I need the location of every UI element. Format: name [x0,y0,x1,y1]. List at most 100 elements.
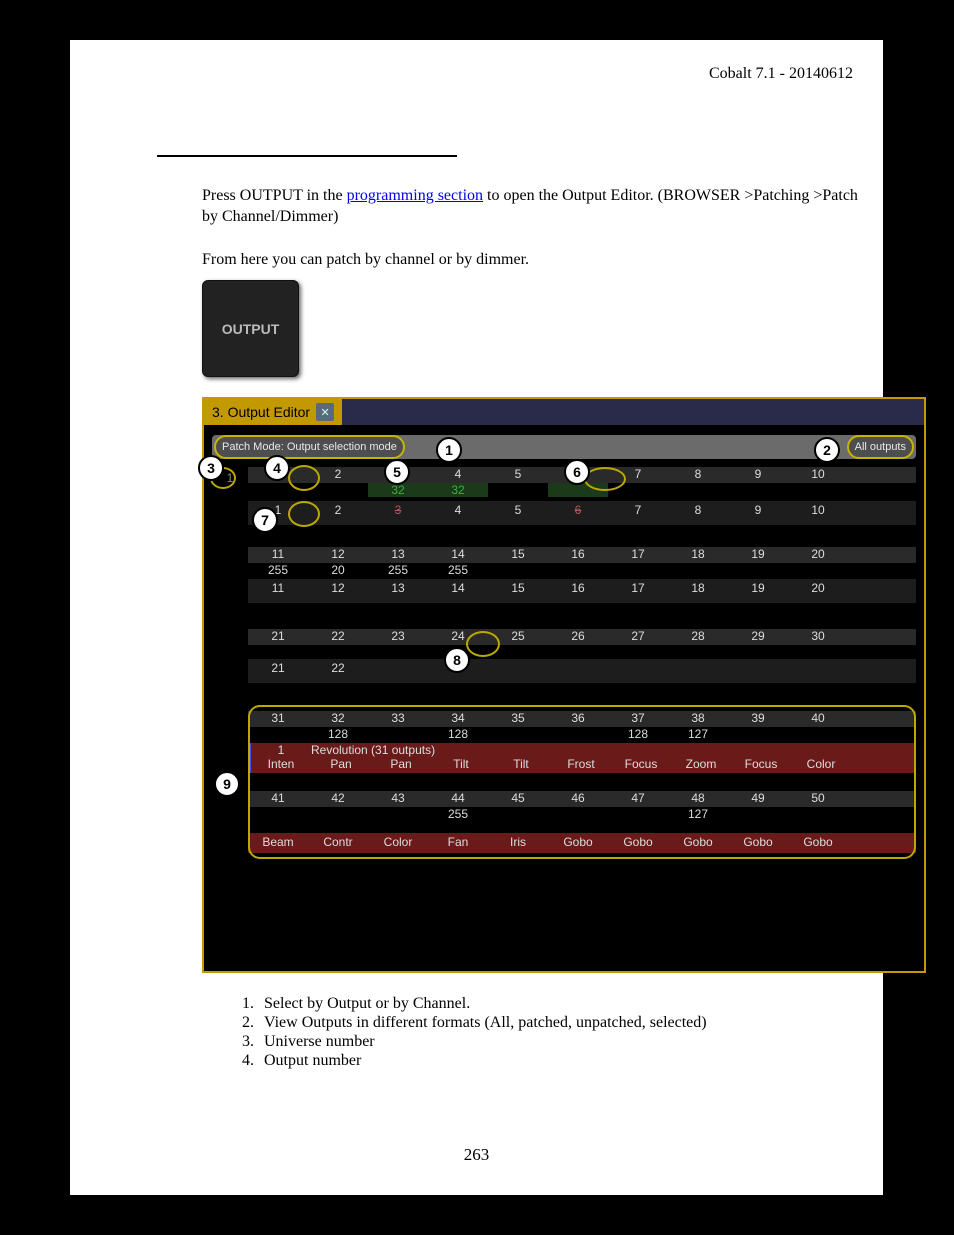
cell[interactable]: 18 [668,547,728,563]
cell[interactable]: 12 [308,547,368,563]
legend-item-1: Select by Output or by Channel. [258,995,850,1013]
cell[interactable]: 22 [308,629,368,645]
patch-mode-label: Patch Mode: Output selection mode [222,441,397,453]
cell [488,563,548,577]
legend-list: Select by Output or by Channel. View Out… [230,995,850,1071]
cell[interactable]: 13 [368,581,428,603]
cell[interactable]: 15 [488,547,548,563]
legend-item-2: View Outputs in different formats (All, … [258,1014,850,1032]
row-outputs-1-values: 32 32 [248,483,916,497]
cell[interactable]: 16 [548,581,608,603]
cell [728,563,788,577]
cell[interactable]: 9 [728,467,788,483]
cell[interactable]: 9 [728,503,788,525]
row-channels-2: 11 12 13 14 15 16 17 18 19 20 [248,579,916,603]
cell [668,483,728,497]
output-grid: 1 3 4 5 6 7 8 9 1 2 3 4 5 6 7 [248,465,916,953]
cell[interactable]: 21 [248,629,308,645]
cell[interactable]: 3 [368,503,428,525]
cell[interactable]: 13 [368,547,428,563]
cell[interactable]: 22 [308,661,368,683]
cell[interactable]: 11 [248,581,308,603]
cell[interactable]: 19 [728,581,788,603]
row-channels-3: 21 22 [248,659,916,683]
cell[interactable] [788,661,848,683]
cell[interactable]: 4 [428,503,488,525]
output-hardware-key: OUTPUT [202,280,299,377]
cell [788,563,848,577]
cell: 32 [368,483,428,497]
cell[interactable] [728,661,788,683]
titlebar-left: 3. Output Editor ✕ [204,399,342,425]
annotation-3: 3 [198,455,224,481]
annotation-1: 1 [436,437,462,463]
ring-channel1 [288,501,320,527]
annotation-9: 9 [214,771,240,797]
cell[interactable] [608,661,668,683]
cell[interactable]: 20 [788,547,848,563]
cell[interactable]: 10 [788,467,848,483]
cell[interactable]: 10 [788,503,848,525]
cell[interactable]: 23 [368,629,428,645]
close-icon[interactable]: ✕ [316,403,334,421]
intro-para-1a: Press OUTPUT in the [202,187,347,204]
cell[interactable]: 7 [608,503,668,525]
cell[interactable]: 19 [728,547,788,563]
cell[interactable]: 6 [548,503,608,525]
annotation-4: 4 [264,455,290,481]
patch-mode-pill[interactable]: Patch Mode: Output selection mode [214,435,405,459]
cell[interactable]: 8 [668,467,728,483]
cell[interactable] [548,661,608,683]
cell[interactable]: 30 [788,629,848,645]
cell[interactable]: 5 [488,467,548,483]
ring-output1 [288,465,320,491]
cell[interactable]: 14 [428,581,488,603]
cell[interactable]: 18 [668,581,728,603]
cell[interactable]: 16 [548,547,608,563]
annotation-2: 2 [814,437,840,463]
output-filter-label: All outputs [855,441,906,453]
cell[interactable]: 21 [248,661,308,683]
output-key-label: OUTPUT [222,321,280,337]
cell: 255 [248,563,308,577]
titlebar: 3. Output Editor ✕ [204,399,924,425]
cell: 255 [368,563,428,577]
cell[interactable]: 15 [488,581,548,603]
cell[interactable] [668,661,728,683]
section-divider [157,155,457,157]
cell[interactable]: 11 [248,547,308,563]
cell[interactable]: 20 [788,581,848,603]
annotation-5: 5 [384,459,410,485]
cell[interactable]: 5 [488,503,548,525]
cell [608,563,668,577]
row-outputs-2-values: 255 20 255 255 [248,563,916,577]
programming-section-link[interactable]: programming section [347,187,483,204]
cell[interactable]: 26 [548,629,608,645]
cell [788,483,848,497]
cell: 255 [428,563,488,577]
cell: 20 [308,563,368,577]
cell [668,563,728,577]
annotation-7: 7 [252,507,278,533]
ring-col6 [584,467,626,491]
mode-bar: Patch Mode: Output selection mode All ou… [212,435,916,459]
cell [488,483,548,497]
cell[interactable]: 29 [728,629,788,645]
cell[interactable]: 8 [668,503,728,525]
cell[interactable] [368,661,428,683]
output-filter-pill[interactable]: All outputs [847,435,914,459]
cell[interactable]: 4 [428,467,488,483]
cell[interactable]: 17 [608,581,668,603]
legend-item-3: Universe number [258,1033,850,1051]
annotation-8: 8 [444,647,470,673]
cell[interactable]: 17 [608,547,668,563]
annotation-6: 6 [564,459,590,485]
cell[interactable]: 12 [308,581,368,603]
cell[interactable] [488,661,548,683]
cell[interactable]: 27 [608,629,668,645]
cell[interactable]: 28 [668,629,728,645]
cell [548,563,608,577]
cell[interactable]: 14 [428,547,488,563]
titlebar-right [342,399,924,425]
ring-24 [466,631,500,657]
